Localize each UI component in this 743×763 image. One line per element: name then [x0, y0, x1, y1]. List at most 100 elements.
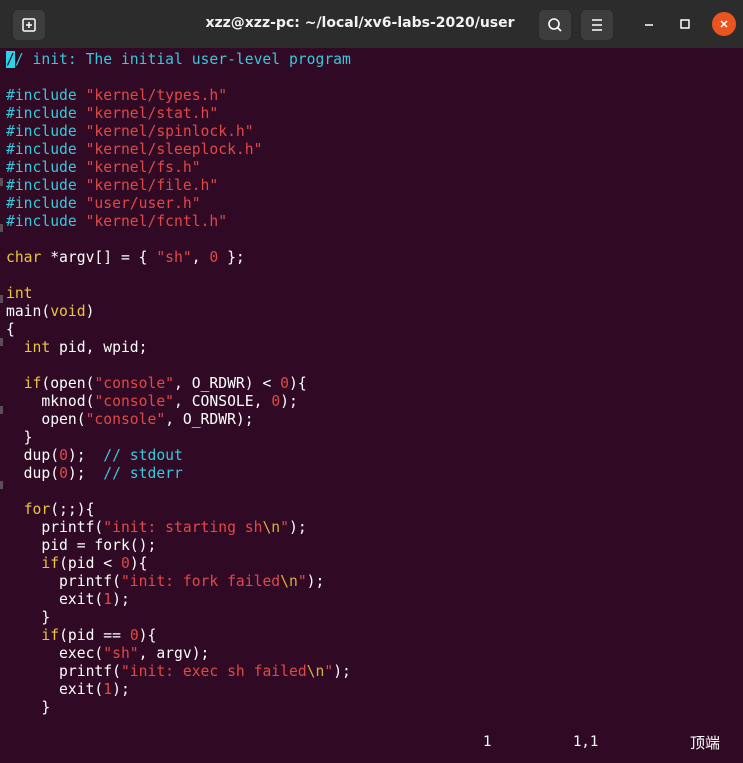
code-token: (pid < [59, 555, 121, 572]
code-token: \n [280, 573, 298, 590]
code-token: } [6, 609, 51, 626]
code-token: if [23, 375, 42, 392]
maximize-icon [680, 19, 690, 29]
code-line: dup(0); // stderr [6, 465, 351, 483]
code-token: pid = fork(); [6, 537, 157, 554]
code-line: } [6, 699, 351, 717]
code-token: "sh" [103, 645, 139, 662]
new-tab-button[interactable] [12, 9, 46, 41]
code-token: 0 [59, 465, 68, 482]
code-line: pid = fork(); [6, 537, 351, 555]
text-cursor: / [6, 51, 15, 68]
minimize-icon [645, 24, 653, 26]
code-token: open( [6, 411, 86, 428]
code-token: exit( [6, 681, 104, 698]
code-token: }; [218, 249, 245, 266]
code-token: dup( [6, 465, 60, 482]
code-buffer[interactable]: // init: The initial user-level program #… [6, 51, 351, 717]
code-line: printf("init: exec sh failed\n"); [6, 663, 351, 681]
code-token: char [6, 249, 42, 266]
code-token: ); [67, 447, 104, 464]
code-token: ); [306, 573, 325, 590]
code-token: dup( [6, 447, 60, 464]
code-line: if(pid == 0){ [6, 627, 351, 645]
vim-status-line: 1 1,1 顶端 [0, 734, 743, 754]
code-line: #include "kernel/types.h" [6, 87, 351, 105]
code-token: "console" [94, 393, 175, 410]
code-token: int [23, 339, 51, 356]
code-token: #include [6, 141, 86, 158]
edge-mark [0, 338, 3, 346]
code-token: printf( [6, 519, 104, 536]
code-token: 0 [129, 627, 139, 644]
code-line: printf("init: fork failed\n"); [6, 573, 351, 591]
code-line: int [6, 285, 351, 303]
close-icon [720, 20, 728, 28]
hamburger-menu-icon [592, 19, 602, 31]
code-token: pid, wpid; [50, 339, 148, 356]
code-token: (open( [41, 375, 95, 392]
code-line: exit(1); [6, 681, 351, 699]
code-token: if [41, 555, 60, 572]
code-token: "kernel/fcntl.h" [85, 213, 228, 230]
close-button-circle [712, 12, 736, 36]
code-token: \n [262, 519, 281, 536]
code-token: , O_RDWR); [165, 411, 254, 428]
code-token: "kernel/stat.h" [85, 105, 219, 122]
code-token: ); [112, 681, 130, 698]
code-token: " [324, 663, 334, 680]
code-token: #include [6, 159, 86, 176]
new-tab-icon [22, 18, 36, 32]
code-token: 0 [209, 249, 219, 266]
code-line: // init: The initial user-level program [6, 51, 351, 69]
search-button[interactable] [538, 9, 572, 41]
code-token: 0 [271, 393, 281, 410]
code-line: #include "kernel/fs.h" [6, 159, 351, 177]
code-token: ); [333, 663, 351, 680]
code-token: "kernel/fs.h" [85, 159, 201, 176]
edge-mark [0, 178, 3, 186]
code-token: ) [85, 303, 95, 320]
code-token: ){ [129, 555, 148, 572]
code-token: #include [6, 177, 86, 194]
code-token: , O_RDWR) < [174, 375, 281, 392]
code-token: exec( [6, 645, 104, 662]
code-token: mknod( [6, 393, 95, 410]
code-token: int [6, 285, 33, 302]
maximize-button[interactable] [673, 12, 697, 36]
code-token: // stdout [103, 447, 183, 464]
search-icon [548, 18, 562, 32]
code-token: "user/user.h" [85, 195, 201, 212]
code-token: ); [112, 591, 130, 608]
code-token: "kernel/types.h" [85, 87, 228, 104]
code-line: open("console", O_RDWR); [6, 411, 351, 429]
code-token: main( [6, 303, 51, 320]
close-button[interactable] [712, 12, 736, 36]
code-token: , [191, 249, 210, 266]
code-token: "init: exec sh failed [120, 663, 307, 680]
code-line: } [6, 429, 351, 447]
code-token: / init: The initial user-level program [14, 51, 351, 68]
code-token: *argv[] = { [41, 249, 157, 266]
code-token: // stderr [103, 465, 183, 482]
code-token: 1 [103, 681, 113, 698]
code-token: "console" [94, 375, 175, 392]
code-token: "kernel/spinlock.h" [85, 123, 254, 140]
code-line: #include "kernel/stat.h" [6, 105, 351, 123]
code-line: #include "kernel/sleeplock.h" [6, 141, 351, 159]
minimize-button[interactable] [637, 12, 661, 36]
code-token: " [297, 573, 307, 590]
code-token: 1 [103, 591, 113, 608]
terminal-window: xzz@xzz-pc: ~/local/xv6-labs-2020/user /… [0, 0, 743, 763]
code-token: #include [6, 105, 86, 122]
code-line: #include "kernel/fcntl.h" [6, 213, 351, 231]
code-token: #include [6, 123, 86, 140]
menu-button[interactable] [580, 9, 614, 41]
code-line: for(;;){ [6, 501, 351, 519]
terminal-content[interactable]: // init: The initial user-level program #… [0, 48, 743, 763]
code-token: if [41, 627, 60, 644]
edge-mark [0, 406, 3, 414]
